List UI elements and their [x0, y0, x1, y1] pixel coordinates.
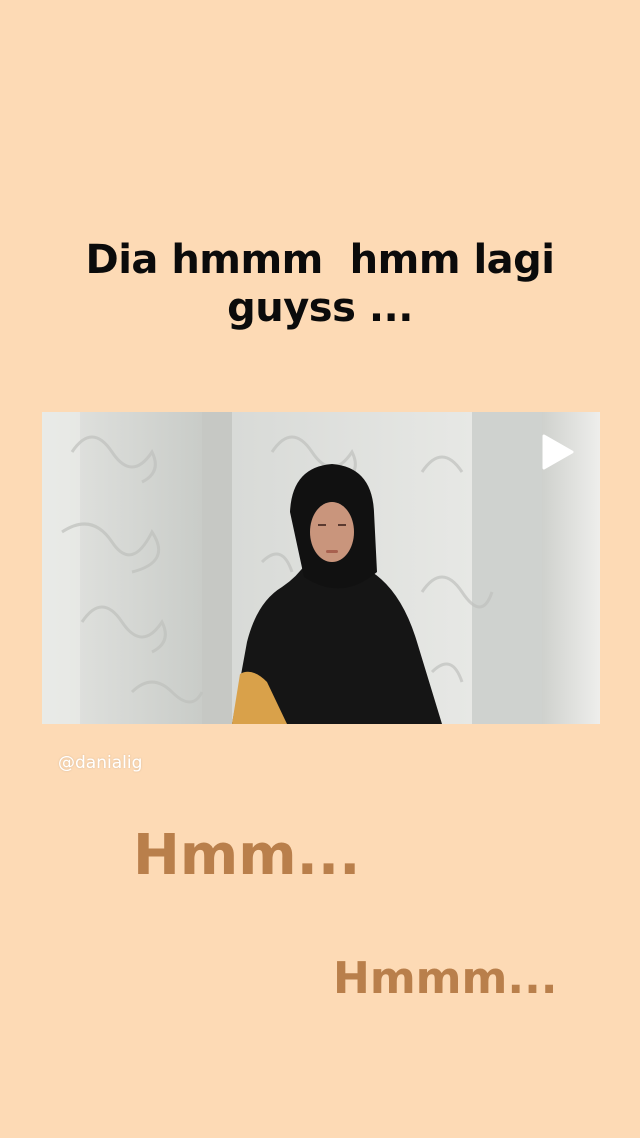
play-icon[interactable]	[540, 434, 576, 470]
mention-tag[interactable]: @danialig	[58, 753, 142, 773]
text-sticker-hmmm: Hmmm...	[333, 953, 558, 1004]
headline-line-2: guyss ...	[227, 285, 413, 331]
headline-line-1: Dia hmmm hmm lagi	[85, 237, 555, 283]
video-thumbnail	[42, 412, 600, 724]
text-sticker-hmm: Hmm...	[133, 823, 361, 888]
story-headline: Dia hmmm hmm lagi guyss ...	[0, 236, 640, 332]
shared-video-card[interactable]	[42, 412, 600, 724]
